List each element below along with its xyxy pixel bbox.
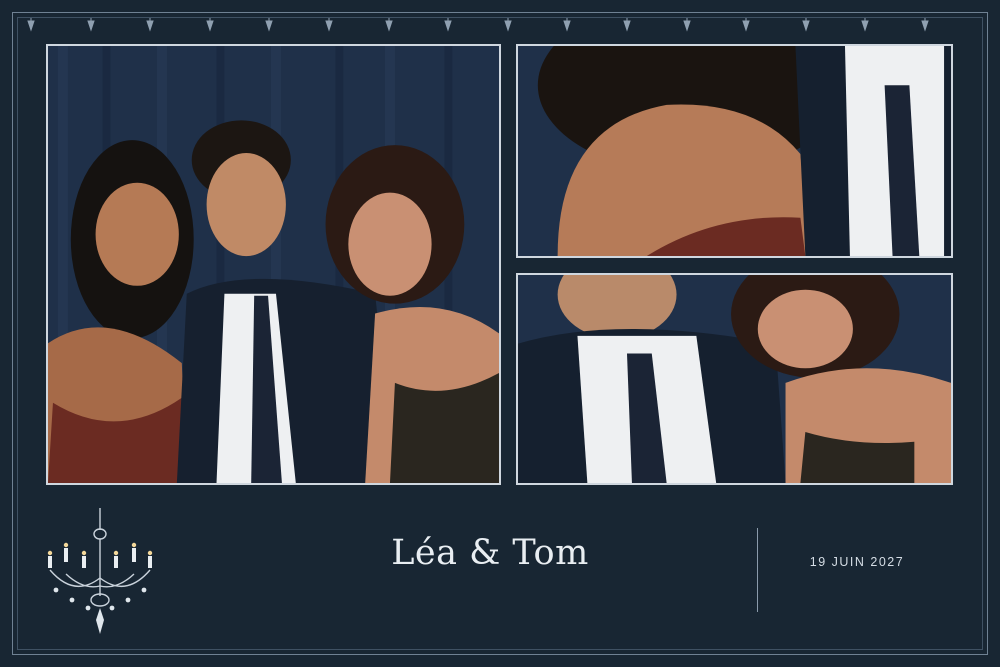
drop-ornament-icon [742, 18, 750, 32]
drop-ornament-icon [682, 18, 691, 32]
drop-ornament-icon [623, 18, 631, 32]
drop-ornament-icon [802, 18, 810, 32]
drop-ornament-icon [563, 18, 572, 32]
drop-ornament-icon [265, 18, 274, 32]
closeup-shoulders-photo [518, 46, 951, 256]
drop-ornament-icon [27, 18, 35, 32]
drop-ornament-icon [206, 18, 214, 32]
couple-names: Léa & Tom [391, 533, 589, 573]
three-guests-laughing-photo [48, 46, 499, 483]
drop-ornament-icon [504, 18, 512, 32]
drop-ornament-icon [146, 18, 154, 32]
drop-ornament-icon [86, 18, 95, 32]
chandelier-icon [38, 508, 162, 642]
photo-bottom-right [516, 273, 953, 485]
ornament-row [22, 18, 978, 34]
event-date: 19 JUIN 2027 [809, 555, 905, 569]
couple-laughing-photo [518, 275, 951, 483]
photo-top-right [516, 44, 953, 258]
photo-main [46, 44, 501, 485]
drop-ornament-icon [444, 18, 452, 32]
drop-ornament-icon [861, 18, 870, 32]
drop-ornament-icon [325, 18, 333, 32]
drop-ornament-icon [384, 18, 393, 32]
drop-ornament-icon [921, 18, 929, 32]
divider [757, 528, 758, 612]
